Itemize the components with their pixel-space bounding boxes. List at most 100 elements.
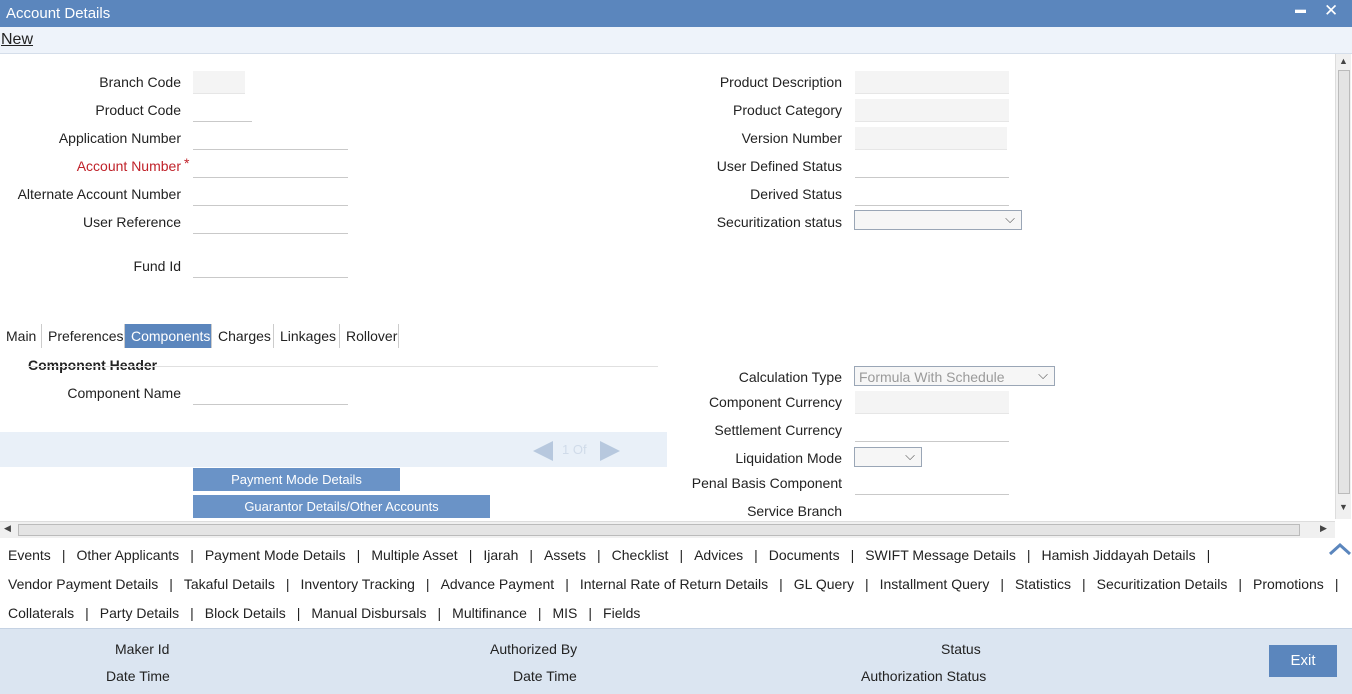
tab-components[interactable]: Components: [125, 324, 212, 348]
link-separator: |: [1334, 576, 1339, 592]
link-ijarah[interactable]: Ijarah: [483, 547, 518, 563]
link-row-3: Collaterals | Party Details | Block Details |…: [8, 605, 640, 621]
link-statistics[interactable]: Statistics: [1015, 576, 1071, 592]
tab-preferences[interactable]: Preferences: [42, 324, 125, 348]
tab-rollover[interactable]: Rollover: [340, 324, 399, 348]
link-separator: |: [190, 605, 194, 621]
product-category-field[interactable]: [855, 99, 1009, 122]
derived-status-field[interactable]: [855, 183, 1009, 206]
branch-code-field[interactable]: [193, 71, 245, 94]
link-separator: |: [169, 576, 173, 592]
link-securitization-details[interactable]: Securitization Details: [1097, 576, 1228, 592]
payment-mode-details-button[interactable]: Payment Mode Details: [193, 468, 400, 491]
application-number-label: Application Number: [58, 130, 181, 146]
link-separator: |: [679, 547, 684, 563]
link-separator: |: [61, 547, 66, 563]
link-collaterals[interactable]: Collaterals: [8, 605, 74, 621]
new-link[interactable]: New: [1, 31, 33, 49]
link-checklist[interactable]: Checklist: [612, 547, 669, 563]
link-block-details[interactable]: Block Details: [205, 605, 286, 621]
link-multifinance[interactable]: Multifinance: [452, 605, 527, 621]
calculation-type-select[interactable]: Formula With Schedule ⌵: [854, 366, 1055, 386]
prev-arrow-icon[interactable]: [533, 441, 555, 461]
audit-footer: Maker Id Date Time Authorized By Date Ti…: [0, 628, 1352, 694]
horizontal-scroll-thumb[interactable]: [18, 524, 1300, 536]
guarantor-details-button[interactable]: Guarantor Details/Other Accounts: [193, 495, 490, 518]
link-payment-mode-details[interactable]: Payment Mode Details: [205, 547, 346, 563]
calculation-type-value: Formula With Schedule: [859, 369, 1005, 385]
link-assets[interactable]: Assets: [544, 547, 586, 563]
link-separator: |: [285, 576, 290, 592]
liquidation-mode-select[interactable]: ⌵: [854, 447, 922, 467]
component-currency-field[interactable]: [855, 391, 1009, 414]
scroll-down-icon[interactable]: ▼: [1339, 502, 1348, 512]
alternate-account-number-label: Alternate Account Number: [17, 186, 181, 202]
collapse-up-icon[interactable]: [1328, 542, 1352, 556]
link-vendor-payment-details[interactable]: Vendor Payment Details: [8, 576, 158, 592]
link-mis[interactable]: MIS: [553, 605, 578, 621]
application-number-field[interactable]: [193, 127, 348, 150]
checker-date-time-label: Date Time: [513, 668, 577, 684]
link-gl-query[interactable]: GL Query: [794, 576, 854, 592]
account-number-label: Account Number: [76, 158, 181, 174]
link-separator: |: [597, 547, 601, 563]
exit-button[interactable]: Exit: [1269, 645, 1337, 677]
required-marker: *: [184, 155, 190, 171]
link-separator: |: [529, 547, 533, 563]
user-reference-field[interactable]: [193, 211, 348, 234]
penal-basis-component-field[interactable]: [855, 472, 1009, 495]
derived-status-label: Derived Status: [750, 186, 842, 202]
component-name-field[interactable]: [193, 382, 348, 405]
link-installment-query[interactable]: Installment Query: [880, 576, 990, 592]
link-promotions[interactable]: Promotions: [1253, 576, 1324, 592]
securitization-status-select[interactable]: ⌵: [854, 210, 1022, 230]
link-separator: |: [85, 605, 89, 621]
account-number-field[interactable]: [193, 155, 348, 178]
scroll-up-icon[interactable]: ▲: [1339, 56, 1348, 66]
link-other-applicants[interactable]: Other Applicants: [76, 547, 179, 563]
link-documents[interactable]: Documents: [769, 547, 840, 563]
link-internal-rate-of-return-details[interactable]: Internal Rate of Return Details: [580, 576, 768, 592]
link-party-details[interactable]: Party Details: [100, 605, 179, 621]
authorized-by-label: Authorized By: [490, 641, 578, 657]
fund-id-field[interactable]: [193, 255, 348, 278]
liquidation-mode-label: Liquidation Mode: [735, 450, 842, 466]
link-takaful-details[interactable]: Takaful Details: [184, 576, 275, 592]
tab-main[interactable]: Main: [0, 324, 42, 348]
vertical-scroll-thumb[interactable]: [1338, 70, 1350, 494]
user-defined-status-label: User Defined Status: [716, 158, 842, 174]
link-multiple-asset[interactable]: Multiple Asset: [371, 547, 457, 563]
tab-linkages[interactable]: Linkages: [274, 324, 340, 348]
horizontal-scrollbar[interactable]: ◀ ▶: [0, 521, 1335, 538]
settlement-currency-field[interactable]: [855, 419, 1009, 442]
link-swift-message-details[interactable]: SWIFT Message Details: [865, 547, 1016, 563]
link-manual-disbursals[interactable]: Manual Disbursals: [311, 605, 426, 621]
alternate-account-number-field[interactable]: [193, 183, 348, 206]
link-advices[interactable]: Advices: [694, 547, 743, 563]
user-defined-status-field[interactable]: [855, 155, 1009, 178]
link-separator: |: [1026, 547, 1031, 563]
status-label: Status: [941, 641, 981, 657]
product-description-label: Product Description: [719, 74, 842, 90]
link-separator: |: [296, 605, 301, 621]
link-advance-payment[interactable]: Advance Payment: [441, 576, 555, 592]
window-title-bar: Account Details ▬ ✕: [0, 0, 1352, 27]
vertical-scrollbar[interactable]: ▲ ▼: [1335, 54, 1351, 519]
link-fields[interactable]: Fields: [603, 605, 640, 621]
link-events[interactable]: Events: [8, 547, 51, 563]
link-separator: |: [537, 605, 542, 621]
scroll-left-icon[interactable]: ◀: [4, 523, 11, 534]
scroll-right-icon[interactable]: ▶: [1320, 523, 1327, 534]
link-hamish-jiddayah-details[interactable]: Hamish Jiddayah Details: [1042, 547, 1196, 563]
chevron-down-icon: ⌵: [1005, 211, 1015, 226]
link-separator: |: [1238, 576, 1242, 592]
version-number-field[interactable]: [855, 127, 1007, 150]
component-header-title: Component Header: [28, 357, 158, 373]
tab-charges[interactable]: Charges: [212, 324, 274, 348]
service-branch-label: Service Branch: [747, 503, 842, 519]
minimize-icon[interactable]: ▬: [1295, 4, 1306, 16]
product-description-field[interactable]: [855, 71, 1009, 94]
link-inventory-tracking[interactable]: Inventory Tracking: [301, 576, 415, 592]
close-icon[interactable]: ✕: [1324, 1, 1338, 21]
product-code-field[interactable]: [193, 99, 252, 122]
